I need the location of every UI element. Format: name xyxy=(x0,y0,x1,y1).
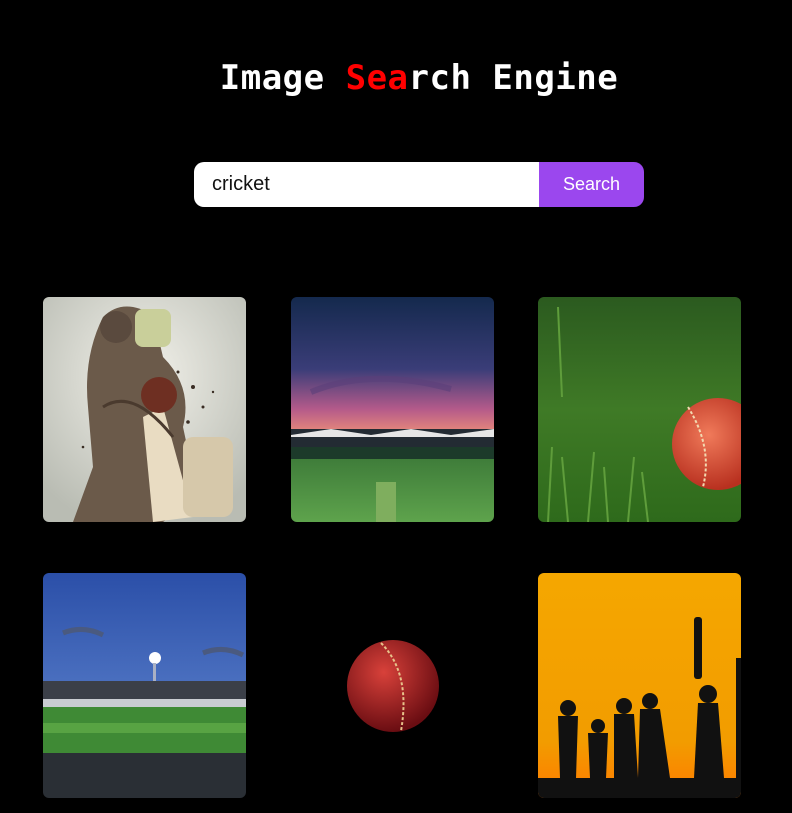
title-part-1: Image xyxy=(219,58,346,98)
page-title: Image Search Engine xyxy=(0,58,792,98)
result-image-floodlit-ground[interactable] xyxy=(43,573,246,798)
search-button[interactable]: Search xyxy=(539,162,644,207)
search-input[interactable] xyxy=(194,162,539,207)
result-image-stadium-sunset[interactable] xyxy=(291,297,494,522)
search-bar: Search xyxy=(194,162,644,207)
result-image-ball-black[interactable] xyxy=(291,573,494,798)
result-image-silhouettes-sunset[interactable] xyxy=(538,573,741,798)
result-image-ball-grass[interactable] xyxy=(538,297,741,522)
title-part-2: rch Engine xyxy=(408,58,619,98)
title-accent: Sea xyxy=(345,58,409,98)
result-image-batsman[interactable] xyxy=(43,297,246,522)
